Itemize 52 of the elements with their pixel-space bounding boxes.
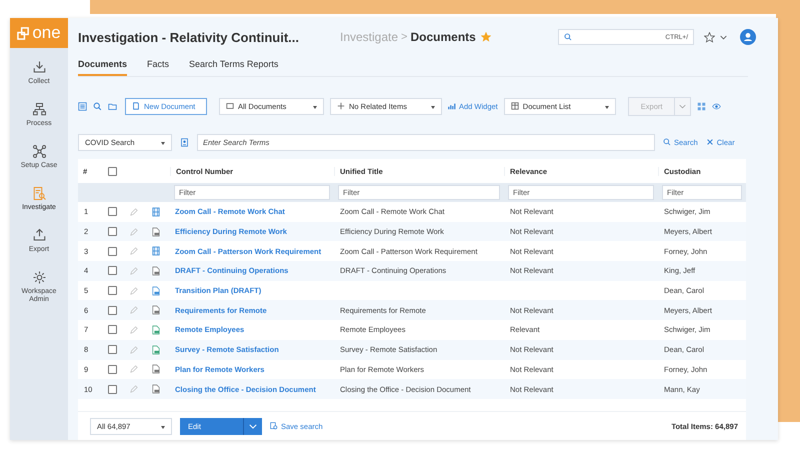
film-icon[interactable] [152,246,160,256]
view-icon [226,102,234,110]
row-checkbox[interactable] [108,325,116,334]
file-icon[interactable] [152,324,160,335]
breadcrumb-current: Documents [410,30,476,44]
tab[interactable]: Facts [147,56,170,76]
file-icon[interactable] [152,286,160,296]
row-checkbox[interactable] [108,364,116,374]
file-icon[interactable] [152,364,160,374]
contact-card-icon[interactable] [180,138,189,146]
search-icon [663,138,671,146]
folder-icon[interactable] [108,102,117,110]
row-checkbox[interactable] [108,207,116,216]
file-icon[interactable] [152,226,160,237]
file-icon[interactable] [152,266,160,276]
table-icon [510,102,519,110]
file-icon[interactable] [152,305,160,316]
film-icon[interactable] [152,206,160,217]
row-checkbox[interactable] [108,306,116,315]
network-icon [32,144,46,159]
plus-icon [337,102,345,110]
star-outline-icon[interactable] [704,32,715,42]
save-search-icon [270,422,278,430]
hierarchy-icon [32,102,46,117]
document-search-icon [32,186,46,201]
row-checkbox[interactable] [108,266,116,276]
eye-icon[interactable] [712,102,722,110]
row-checkbox[interactable] [108,246,116,256]
row-checkbox[interactable] [108,345,116,354]
grid-icon[interactable] [697,102,706,110]
close-icon [706,138,714,146]
list-icon[interactable] [78,102,87,110]
row-checkbox[interactable] [108,227,116,236]
row-checkbox[interactable] [108,286,116,296]
upload-tray-icon [32,228,46,243]
download-tray-icon [32,60,46,75]
chevron-down-icon[interactable] [720,34,727,40]
breadcrumb-separator: > [401,31,408,43]
search-icon[interactable] [93,102,102,110]
search-icon [564,33,572,41]
page-title: Investigation - Relativity Continuit... [78,30,300,44]
select-all-checkbox[interactable] [108,166,116,176]
row-checkbox[interactable] [108,384,116,394]
user-avatar-icon[interactable] [740,29,756,45]
favorite-star-icon[interactable] [480,32,491,42]
settings-icon [32,270,46,285]
file-icon[interactable] [152,384,160,394]
document-icon [132,102,140,110]
file-icon[interactable] [152,344,160,355]
tab[interactable]: Search Terms Reports [189,56,278,76]
tab[interactable]: Documents [78,56,128,76]
bar-chart-icon [448,102,456,110]
